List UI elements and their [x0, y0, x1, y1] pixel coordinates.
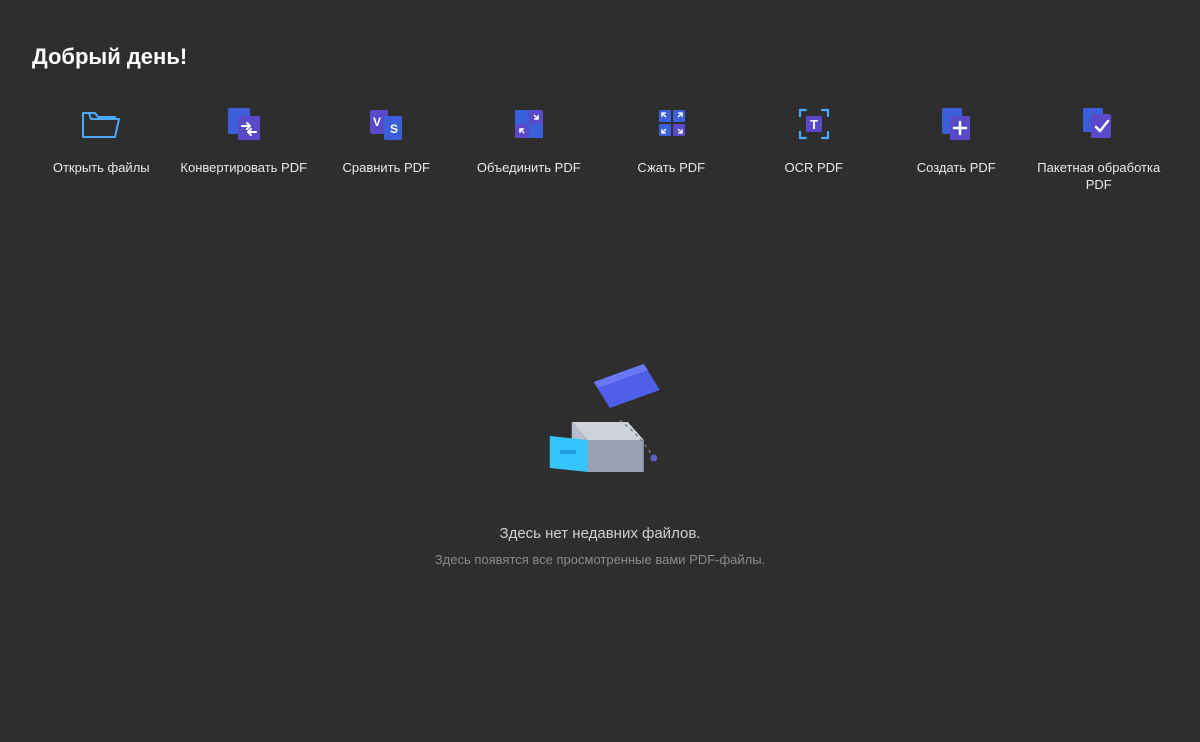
- compress-icon: [651, 104, 691, 144]
- open-folder-icon: [81, 104, 121, 144]
- create-icon: [936, 104, 976, 144]
- action-label: Сравнить PDF: [342, 160, 430, 177]
- greeting-title: Добрый день!: [32, 44, 1170, 70]
- quick-actions-row: Открыть файлы Конвертировать PDF V: [30, 104, 1170, 194]
- batch-icon: [1079, 104, 1119, 144]
- combine-icon: [509, 104, 549, 144]
- convert-icon: [224, 104, 264, 144]
- combine-pdf-button[interactable]: Объединить PDF: [460, 104, 599, 194]
- empty-state: Здесь нет недавних файлов. Здесь появятс…: [435, 360, 765, 567]
- action-label: Конвертировать PDF: [180, 160, 307, 177]
- compress-pdf-button[interactable]: Сжать PDF: [602, 104, 741, 194]
- empty-drawer-icon: [520, 360, 680, 495]
- action-label: Объединить PDF: [477, 160, 581, 177]
- action-label: Сжать PDF: [637, 160, 705, 177]
- ocr-pdf-button[interactable]: T OCR PDF: [745, 104, 884, 194]
- open-files-button[interactable]: Открыть файлы: [32, 104, 171, 194]
- convert-pdf-button[interactable]: Конвертировать PDF: [175, 104, 314, 194]
- create-pdf-button[interactable]: Создать PDF: [887, 104, 1026, 194]
- empty-subtitle: Здесь появятся все просмотренные вами PD…: [435, 552, 765, 567]
- empty-title: Здесь нет недавних файлов.: [500, 525, 701, 542]
- action-label: Создать PDF: [917, 160, 996, 177]
- ocr-icon: T: [794, 104, 834, 144]
- action-label: Пакетная обработка PDF: [1030, 160, 1169, 194]
- action-label: OCR PDF: [785, 160, 844, 177]
- svg-text:T: T: [810, 117, 818, 132]
- svg-text:V: V: [373, 115, 381, 129]
- compare-icon: V S: [366, 104, 406, 144]
- compare-pdf-button[interactable]: V S Сравнить PDF: [317, 104, 456, 194]
- action-label: Открыть файлы: [53, 160, 150, 177]
- svg-text:S: S: [390, 122, 398, 136]
- batch-pdf-button[interactable]: Пакетная обработка PDF: [1030, 104, 1169, 194]
